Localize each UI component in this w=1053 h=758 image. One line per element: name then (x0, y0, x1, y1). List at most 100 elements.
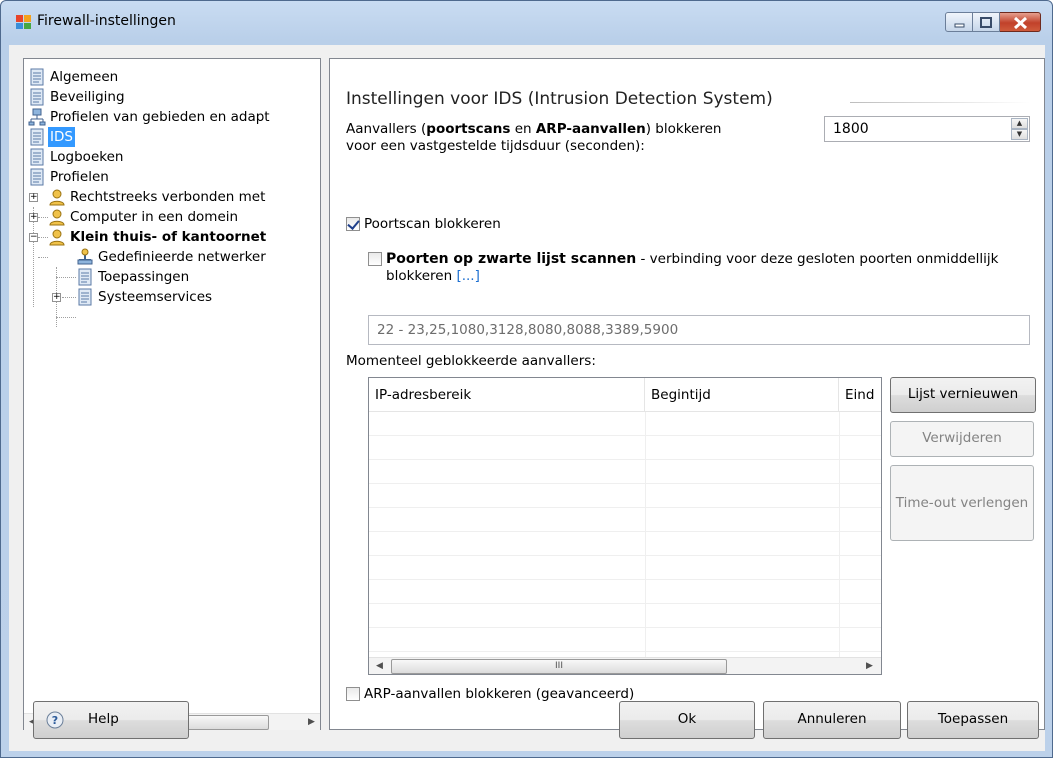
document-icon (30, 148, 44, 166)
document-icon (30, 68, 44, 86)
document-icon (78, 268, 92, 286)
scroll-thumb[interactable]: III (391, 659, 727, 674)
scroll-right-icon[interactable]: ▶ (303, 714, 320, 731)
document-icon (30, 88, 44, 106)
scroll-right-icon[interactable]: ▶ (861, 658, 878, 674)
label-bold-part: ARP-aanvallen (535, 121, 646, 137)
section-title: Instellingen voor IDS (Intrusion Detecti… (346, 89, 773, 109)
tree-connector (38, 217, 48, 218)
blocked-attackers-label: Momenteel geblokkeerde aanvallers: (346, 353, 596, 369)
table-row[interactable] (369, 508, 881, 532)
tree-connector (56, 277, 76, 278)
block-duration-label: Aanvallers (poortscans en ARP-aanvallen)… (346, 121, 721, 155)
expand-toggle[interactable]: + (52, 293, 61, 302)
tree-connector (33, 207, 34, 307)
column-header-ip-range[interactable]: IP-adresbereik (369, 378, 645, 412)
tree-item-label: Logboeken (50, 149, 124, 165)
tree-item-label: Rechtstreeks verbonden met (70, 189, 266, 205)
document-icon (78, 288, 92, 306)
tree-item-label: Profielen van gebieden en adapt (50, 109, 270, 125)
block-duration-value[interactable]: 1800 (833, 121, 869, 137)
title-divider (850, 102, 1030, 103)
tree-item-label: Toepassingen (98, 269, 190, 285)
tree-item-label: Systeemservices (98, 289, 213, 305)
tree-item-label: IDS (48, 127, 75, 147)
blacklist-ports-input[interactable]: 22 - 23,25,1080,3128,8080,8088,3389,5900 (368, 315, 1030, 345)
block-duration-spinner[interactable]: 1800 ▲ ▼ (824, 116, 1030, 142)
avg-logo-icon (16, 15, 31, 29)
maximize-icon (980, 17, 992, 28)
table-row[interactable] (369, 604, 881, 628)
minimize-icon (954, 23, 965, 28)
tree-connector (38, 257, 48, 258)
title-bar[interactable]: Firewall-instellingen (1, 1, 1052, 45)
arp-block-label: ARP-aanvallen blokkeren (geavanceerd) (364, 686, 635, 702)
cancel-button[interactable]: Annuleren (763, 701, 901, 739)
label-part: Aanvallers ( (346, 121, 427, 137)
table-header: IP-adresbereik Begintijd Eind (369, 378, 881, 412)
tree-item-label: Gedefinieerde netwerker (98, 249, 266, 265)
ok-button[interactable]: Ok (619, 701, 755, 739)
label-part: voor een vastgestelde tijdsduur (seconde… (346, 138, 645, 154)
help-icon: ? (46, 711, 64, 729)
extend-timeout-button[interactable]: Time-out verlengen (890, 465, 1034, 541)
table-row[interactable] (369, 556, 881, 580)
table-row[interactable] (369, 628, 881, 652)
spin-up-icon[interactable]: ▲ (1011, 118, 1028, 129)
table-row[interactable] (369, 484, 881, 508)
column-header-end-time[interactable]: Eind (839, 378, 881, 412)
blacklist-ports-checkbox[interactable] (368, 252, 382, 266)
close-button[interactable] (1000, 12, 1041, 32)
network-icon (28, 108, 46, 126)
firewall-settings-window: Firewall-instellingen Algemeen Beveiligi… (0, 0, 1053, 758)
scroll-left-icon[interactable]: ◀ (371, 658, 388, 674)
column-header-start-time[interactable]: Begintijd (645, 378, 839, 412)
network-icon (77, 248, 93, 265)
portscan-label: Poortscan blokkeren (364, 216, 501, 232)
document-icon (30, 128, 44, 146)
blacklist-ports-label: Poorten op zwarte lijst scannen - verbin… (386, 251, 1026, 285)
expand-toggle[interactable]: + (29, 193, 38, 202)
label-bold-part: poortscans (426, 121, 511, 137)
table-row[interactable] (369, 436, 881, 460)
tree-item-label: Profielen (50, 169, 109, 185)
user-profile-icon (49, 229, 65, 246)
minimize-button[interactable] (945, 12, 973, 32)
user-profile-icon (49, 189, 65, 206)
apply-button[interactable]: Toepassen (907, 701, 1039, 739)
tree-connector (38, 237, 48, 238)
expand-toggle[interactable]: + (29, 213, 38, 222)
refresh-list-button[interactable]: Lijst vernieuwen (890, 377, 1036, 413)
collapse-toggle[interactable]: − (29, 233, 38, 242)
svg-text:?: ? (52, 714, 58, 727)
arp-block-checkbox[interactable] (346, 687, 360, 701)
tree-item-label: Klein thuis- of kantoornet (70, 229, 267, 245)
maximize-button[interactable] (973, 12, 1000, 32)
table-row[interactable] (369, 532, 881, 556)
label-part: en (510, 121, 536, 137)
help-label: Help (88, 711, 119, 727)
remove-button[interactable]: Verwijderen (890, 421, 1034, 457)
tree-connector (62, 297, 76, 298)
close-icon (1013, 16, 1028, 30)
settings-tree[interactable]: Algemeen Beveiliging Profielen van gebie… (23, 58, 321, 730)
table-row[interactable] (369, 580, 881, 604)
tree-item-label: Computer in een domein (70, 209, 239, 225)
table-row[interactable] (369, 412, 881, 436)
portscan-checkbox[interactable] (346, 217, 360, 231)
label-part: ) blokkeren (645, 121, 722, 137)
table-horizontal-scrollbar[interactable]: ◀ III ▶ (369, 657, 881, 674)
dialog-client-area: Algemeen Beveiliging Profielen van gebie… (9, 45, 1045, 751)
table-row[interactable] (369, 460, 881, 484)
help-button[interactable]: ? Help (33, 701, 189, 739)
user-profile-icon (49, 209, 65, 226)
blocked-attackers-table[interactable]: IP-adresbereik Begintijd Eind ◀ III ▶ (368, 377, 882, 675)
window-title: Firewall-instellingen (37, 13, 176, 29)
tree-item-label: Algemeen (50, 69, 119, 85)
ids-settings-panel: Instellingen voor IDS (Intrusion Detecti… (329, 58, 1045, 730)
spin-down-icon[interactable]: ▼ (1011, 129, 1028, 140)
document-icon (30, 168, 44, 186)
tree-item-label: Beveiliging (50, 89, 125, 105)
more-info-link[interactable]: [...] (456, 268, 479, 284)
label-bold-part: Poorten op zwarte lijst scannen (386, 251, 637, 267)
